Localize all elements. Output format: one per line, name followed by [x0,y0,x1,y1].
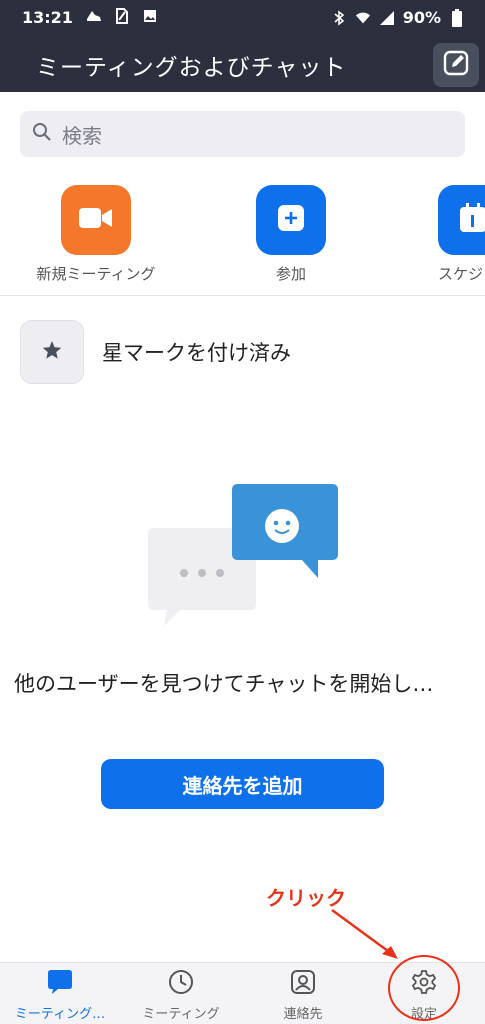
join-label: 参加 [275,265,306,283]
status-time: 13:21 [22,8,73,27]
compose-icon [443,50,469,80]
join-button[interactable] [256,185,326,255]
schedule-action[interactable]: スケジ [438,185,485,284]
nav-label-meetings-chat: ミーティング… [14,1007,106,1022]
image-icon [142,8,158,24]
clock-icon [168,969,194,999]
nav-item-contacts[interactable]: 連絡先 [243,963,363,1024]
nav-label-meetings: ミーティング [142,1007,220,1022]
star-badge [20,320,84,384]
compose-button[interactable] [433,43,479,87]
status-left-icons [86,8,158,24]
star-icon [41,339,63,365]
status-right-icons: 90% [331,8,465,27]
chat-bubble-icon [46,969,74,999]
plus-icon [276,203,306,237]
starred-item[interactable]: 星マークを付け済み [20,320,291,384]
empty-state-message: 他のユーザーを見つけてチャットを開始し… [14,672,434,696]
search-icon [32,122,52,146]
battery-icon [449,8,465,27]
contact-icon [290,969,316,999]
new-meeting-label: 新規ミーティング [36,265,156,283]
new-meeting-button[interactable] [61,185,131,255]
new-meeting-action[interactable]: 新規ミーティング [26,185,166,284]
sim-icon [114,8,130,24]
chat-illustration [140,482,350,632]
status-bar: 13:21 90% [0,0,485,36]
page-title: ミーティングおよびチャット [36,55,347,81]
starred-label: 星マークを付け済み [102,341,291,365]
annotation-arrow [331,908,398,959]
app-header: 13:21 90% ミーティングおよびチャット [0,0,485,92]
battery-percent: 90% [402,8,441,27]
nav-item-meetings-chat[interactable]: ミーティング… [0,963,120,1024]
nav-item-meetings[interactable]: ミーティング [121,963,241,1024]
wifi-icon [355,10,371,26]
divider [0,295,485,296]
bluetooth-icon [331,9,347,26]
search-input[interactable]: 検索 [20,111,465,157]
nav-label-contacts: 連絡先 [283,1007,323,1022]
video-camera-icon [78,206,114,234]
signal-icon [379,10,395,26]
calendar-icon [459,203,485,237]
schedule-button[interactable] [438,185,485,255]
schedule-label: スケジ [438,265,484,283]
join-action[interactable]: 参加 [221,185,361,284]
shoe-icon [86,8,102,24]
add-contact-button[interactable]: 連絡先を追加 [101,759,384,809]
quick-actions: 新規ミーティング 参加 スケジ [0,185,485,285]
search-placeholder: 検索 [62,123,102,148]
annotation-circle [388,955,460,1021]
